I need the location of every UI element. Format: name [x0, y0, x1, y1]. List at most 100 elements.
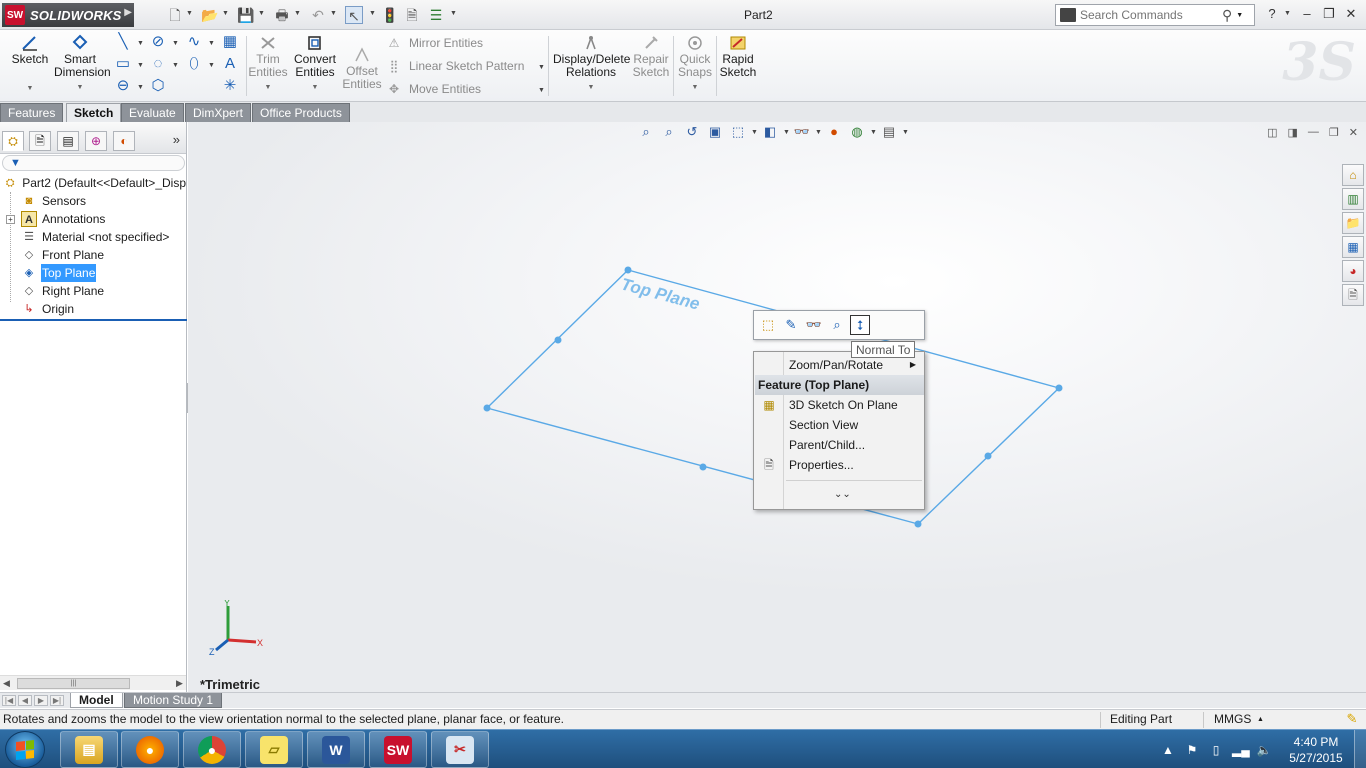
- new-document-icon[interactable]: 🗋: [166, 6, 184, 24]
- save-dropdown-icon[interactable]: ▼: [258, 10, 265, 17]
- arc-dropdown-icon[interactable]: ▼: [172, 62, 179, 69]
- edge-handle[interactable]: [699, 463, 707, 471]
- convert-dropdown-icon[interactable]: ▼: [292, 81, 338, 94]
- undo-dropdown-icon[interactable]: ▼: [330, 10, 337, 17]
- smart-dimension-button[interactable]: Smart Dimension ▼: [54, 34, 111, 94]
- undo-icon[interactable]: ↶: [309, 6, 327, 24]
- ellipse-tool-icon[interactable]: ⬯: [184, 55, 204, 73]
- taskbar-word[interactable]: W: [307, 731, 365, 768]
- minimize-window-button[interactable]: –: [1298, 5, 1316, 23]
- device-icon[interactable]: ▯: [1208, 743, 1224, 757]
- edge-handle[interactable]: [554, 336, 562, 344]
- tree-item-front-plane[interactable]: ◇ Front Plane: [0, 246, 187, 264]
- tree-item-right-plane[interactable]: ◇ Right Plane: [0, 282, 187, 300]
- arc-tool-icon[interactable]: ◌: [148, 55, 168, 73]
- action-center-flag-icon[interactable]: ⚑: [1184, 743, 1200, 757]
- linear-pattern-dropdown-icon[interactable]: ▼: [538, 64, 545, 71]
- unit-system-selector[interactable]: MMGS: [1214, 710, 1251, 729]
- expand-panel-icon[interactable]: »: [173, 132, 180, 147]
- linear-sketch-pattern-button[interactable]: ⣿ Linear Sketch Pattern: [386, 59, 525, 73]
- units-dropdown-icon[interactable]: ▲: [1257, 710, 1264, 729]
- tab-dimxpert[interactable]: DimXpert: [185, 103, 252, 122]
- volume-icon[interactable]: 🔈: [1256, 743, 1272, 757]
- sketch-on-plane-icon[interactable]: ✎: [781, 315, 801, 335]
- normal-to-icon[interactable]: ⭥: [850, 315, 870, 335]
- corner-handle[interactable]: [914, 520, 922, 528]
- display-manager-tab-icon[interactable]: ◐: [113, 131, 135, 151]
- sketch-button[interactable]: Sketch ▼: [8, 34, 52, 95]
- scroll-right-icon[interactable]: ▶: [176, 678, 183, 689]
- configuration-manager-tab-icon[interactable]: ▤: [57, 131, 79, 151]
- quick-snaps-dropdown-icon[interactable]: ▼: [676, 81, 714, 94]
- menu-item-properties[interactable]: 🗎 Properties...: [754, 455, 924, 475]
- scroll-left-icon[interactable]: ◀: [3, 678, 10, 689]
- open-folder-icon[interactable]: 📂: [201, 6, 219, 24]
- tab-model[interactable]: Model: [70, 693, 123, 708]
- search-input[interactable]: [1080, 8, 1220, 22]
- menu-item-3d-sketch-on-plane[interactable]: ▦ 3D Sketch On Plane: [754, 395, 924, 415]
- options-icon[interactable]: ☰: [427, 6, 445, 24]
- select-arrow-icon[interactable]: ↖: [345, 6, 363, 24]
- show-hidden-icons-icon[interactable]: ▲: [1160, 743, 1176, 757]
- convert-entities-button[interactable]: Convert Entities ▼: [292, 34, 338, 94]
- sketch-dropdown-icon[interactable]: ▼: [8, 82, 52, 95]
- taskbar-firefox[interactable]: ●: [121, 731, 179, 768]
- tab-features[interactable]: Features: [0, 103, 64, 122]
- select-dropdown-icon[interactable]: ▼: [369, 10, 376, 17]
- text-tool-icon[interactable]: A: [220, 55, 240, 73]
- rebuild-traffic-light-icon[interactable]: 🚦: [381, 6, 399, 24]
- open-dropdown-icon[interactable]: ▼: [222, 10, 229, 17]
- taskbar-clock[interactable]: 4:40 PM 5/27/2015: [1282, 734, 1350, 766]
- tree-item-top-plane[interactable]: ◈ Top Plane: [0, 264, 187, 282]
- network-signal-icon[interactable]: ▂▄: [1232, 743, 1250, 757]
- taskbar-solidworks[interactable]: SW: [369, 731, 427, 768]
- slot-tool-icon[interactable]: ⊖: [113, 77, 133, 95]
- show-desktop-button[interactable]: [1354, 730, 1366, 768]
- tree-horizontal-scrollbar[interactable]: ◀ ||| ▶: [0, 675, 186, 690]
- ellipse-dropdown-icon[interactable]: ▼: [208, 62, 215, 69]
- first-tab-icon[interactable]: |◀: [2, 695, 16, 706]
- taskbar-snipping-tool[interactable]: ✂: [431, 731, 489, 768]
- options-dropdown-icon[interactable]: ▼: [450, 10, 457, 17]
- line-dropdown-icon[interactable]: ▼: [137, 40, 144, 47]
- trim-dropdown-icon[interactable]: ▼: [248, 81, 288, 94]
- trim-entities-button[interactable]: Trim Entities ▼: [248, 34, 288, 94]
- tree-item-sensors[interactable]: ◙ Sensors: [0, 192, 187, 210]
- hide-show-icon[interactable]: 👓: [804, 315, 824, 335]
- start-button[interactable]: [5, 731, 45, 768]
- solidworks-menu-button[interactable]: SW SOLIDWORKS ▶: [2, 3, 134, 27]
- zoom-to-selection-icon[interactable]: ⌕: [827, 315, 847, 335]
- menu-item-parent-child[interactable]: Parent/Child...: [754, 435, 924, 455]
- taskbar-chrome[interactable]: ●: [183, 731, 241, 768]
- menu-item-zoom-pan-rotate[interactable]: Zoom/Pan/Rotate ▶: [754, 355, 924, 375]
- tree-item-annotations[interactable]: + A Annotations: [0, 210, 187, 228]
- rectangle-dropdown-icon[interactable]: ▼: [137, 62, 144, 69]
- smart-dimension-dropdown-icon[interactable]: ▼: [54, 81, 106, 94]
- corner-handle[interactable]: [1055, 384, 1063, 392]
- quick-snaps-button[interactable]: Quick Snaps ▼: [676, 34, 714, 94]
- menu-item-section-view[interactable]: Section View: [754, 415, 924, 435]
- corner-handle[interactable]: [483, 404, 491, 412]
- offset-entities-button[interactable]: Offset Entities: [342, 46, 382, 91]
- close-window-button[interactable]: ✕: [1342, 5, 1360, 23]
- dimxpert-manager-tab-icon[interactable]: ⊕: [85, 131, 107, 151]
- construction-grid-icon[interactable]: ▦: [220, 33, 240, 51]
- expand-plus-icon[interactable]: +: [6, 215, 15, 224]
- file-properties-icon[interactable]: 🗎: [403, 6, 421, 24]
- tree-root-part[interactable]: ⛭ Part2 (Default<<Default>_Disp: [0, 174, 187, 192]
- rectangle-tool-icon[interactable]: ▭: [113, 55, 133, 73]
- scroll-thumb[interactable]: |||: [17, 678, 130, 689]
- point-tool-icon[interactable]: ✳: [220, 77, 240, 95]
- expand-menu-chevron-icon[interactable]: ⌄⌄: [834, 489, 851, 500]
- circle-dropdown-icon[interactable]: ▼: [172, 40, 179, 47]
- relations-dropdown-icon[interactable]: ▼: [553, 81, 629, 94]
- print-icon[interactable]: 🖶: [273, 6, 291, 24]
- tab-sketch[interactable]: Sketch: [66, 103, 122, 122]
- repair-sketch-button[interactable]: Repair Sketch: [632, 34, 670, 79]
- help-dropdown-icon[interactable]: ▼: [1284, 10, 1291, 17]
- tab-motion-study-1[interactable]: Motion Study 1: [124, 693, 223, 708]
- print-dropdown-icon[interactable]: ▼: [294, 10, 301, 17]
- corner-handle[interactable]: [624, 266, 632, 274]
- search-commands-box[interactable]: ⚲ ▼: [1055, 4, 1255, 26]
- tab-office-products[interactable]: Office Products: [252, 103, 350, 122]
